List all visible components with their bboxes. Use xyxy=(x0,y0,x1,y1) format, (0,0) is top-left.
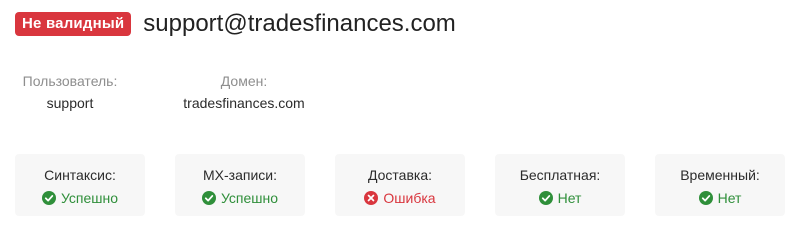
check-result-text: Нет xyxy=(557,190,582,206)
email-header: Не валидный support@tradesfinances.com xyxy=(15,9,456,39)
check-card-delivery: Доставка: Ошибка xyxy=(335,154,465,216)
email-address-title: support@tradesfinances.com xyxy=(143,10,456,37)
check-circle-icon xyxy=(201,191,216,205)
check-result-text: Успешно xyxy=(220,190,279,206)
check-circle-icon xyxy=(41,191,56,205)
check-result-text: Нет xyxy=(717,190,742,206)
user-info: Пользователь: support xyxy=(15,72,125,112)
check-result: Нет xyxy=(538,189,582,207)
domain-value: tradesfinances.com xyxy=(183,95,305,111)
check-title: MX-записи: xyxy=(203,167,277,183)
check-result: Успешно xyxy=(41,189,119,207)
check-card-mx: MX-записи: Успешно xyxy=(175,154,305,216)
check-circle-icon xyxy=(538,191,553,205)
domain-info: Домен: tradesfinances.com xyxy=(170,72,318,112)
user-label: Пользователь: xyxy=(22,73,118,89)
check-title: Бесплатная: xyxy=(519,167,601,183)
check-result-text: Ошибка xyxy=(383,190,436,206)
status-badge: Не валидный xyxy=(15,12,132,36)
check-card-syntax: Синтаксис: Успешно xyxy=(15,154,145,216)
check-result: Нет xyxy=(698,189,742,207)
check-result: Успешно xyxy=(201,189,279,207)
user-value: support xyxy=(46,95,94,111)
check-title: Доставка: xyxy=(367,167,432,183)
check-card-temporary: Временный: Нет xyxy=(655,154,785,216)
check-circle-icon xyxy=(698,191,713,205)
check-result: Ошибка xyxy=(364,189,436,207)
check-result-text: Успешно xyxy=(60,190,119,206)
domain-label: Домен: xyxy=(220,73,268,89)
x-circle-icon xyxy=(364,191,379,205)
check-title: Временный: xyxy=(680,167,760,183)
check-card-free: Бесплатная: Нет xyxy=(495,154,625,216)
check-title: Синтаксис: xyxy=(44,167,116,183)
